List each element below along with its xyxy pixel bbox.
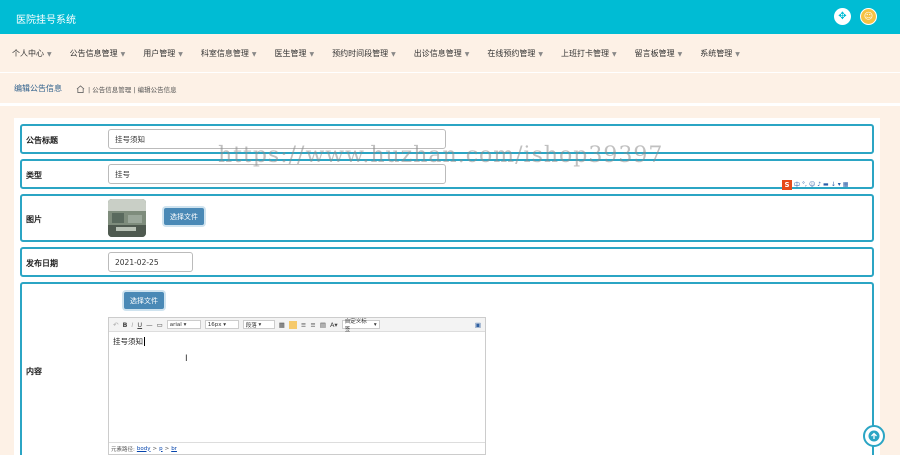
undo-icon[interactable]: ↶	[113, 321, 118, 329]
nav-item-personal-center[interactable]: 个人中心 ▼	[12, 48, 52, 59]
editor-content[interactable]: 挂号须知	[109, 332, 485, 440]
emoji-icon[interactable]: ☺	[809, 181, 815, 188]
nav-item-online-booking[interactable]: 在线预约管理 ▼	[487, 48, 543, 59]
watermark: https://www.huzhan.com/ishop39397	[218, 143, 664, 168]
scroll-top-button[interactable]	[863, 425, 885, 447]
form-row-image: 图片 选择文件	[20, 194, 874, 242]
nav-item-timeslot-management[interactable]: 预约时间段管理 ▼	[332, 48, 396, 59]
main-nav: 个人中心 ▼ 公告信息管理 ▼ 用户管理 ▼ 科室信息管理 ▼ 医生管理 ▼ 预约时间段管…	[0, 34, 900, 72]
image-label: 图片	[26, 215, 42, 224]
chevron-down-icon: ▼	[735, 50, 740, 58]
path-p-link[interactable]: p	[159, 446, 163, 452]
fullscreen-icon[interactable]: ✥	[834, 8, 851, 25]
chevron-down-icon: ▼	[47, 50, 52, 58]
home-icon[interactable]	[76, 85, 85, 93]
align-right-icon[interactable]: ≡	[310, 321, 315, 329]
bold-icon[interactable]: B	[122, 321, 127, 329]
app-title: 医院挂号系统	[16, 15, 76, 26]
nav-item-system[interactable]: 系统管理 ▼	[700, 48, 740, 59]
horizontal-rule-icon[interactable]: —	[146, 321, 153, 329]
chevron-down-icon: ▼	[251, 50, 257, 58]
editor-toolbar: ↶ B I U — ▭ arial ▾ 16px ▾ 段落 ▾ ▦ ≡ ≡ ▤ …	[109, 318, 485, 333]
paragraph-select[interactable]: 段落 ▾	[242, 320, 275, 329]
arrow-up-icon	[868, 430, 880, 442]
italic-icon[interactable]: I	[131, 321, 133, 329]
avatar[interactable]: ☺	[860, 8, 877, 25]
chevron-down-icon: ▼	[464, 50, 470, 58]
sogou-logo-icon[interactable]: S	[782, 179, 792, 190]
breadcrumb-path[interactable]: | 公告信息管理 | 编辑公告信息	[88, 84, 177, 94]
nav-item-clinic-management[interactable]: 出诊信息管理 ▼	[414, 48, 470, 59]
date-input[interactable]: 2021-02-25	[108, 252, 193, 272]
align-center-icon[interactable]: ≡	[301, 321, 306, 329]
form-row-content: 内容 选择文件 ↶ B I U — ▭ arial ▾ 16px ▾ 段落 ▾ …	[20, 282, 874, 455]
custom-tag-select[interactable]: 自定义标签 ▾	[341, 319, 380, 333]
breadcrumb: | 公告信息管理 | 编辑公告信息	[76, 84, 177, 94]
chevron-down-icon: ▼	[178, 50, 183, 58]
ime-toolbar: S 中 °, ☺ ♪ ▬ ↓ ▾ ▦	[782, 179, 848, 190]
chevron-down-icon: ▼	[677, 50, 683, 58]
chevron-down-icon: ▼	[120, 50, 126, 58]
date-icon[interactable]: ▭	[157, 321, 163, 329]
edit-form-card: 公告标题 挂号须知 类型 挂号 图片 选择文件 发布日期 2021-02-25 …	[14, 118, 880, 455]
chevron-down-icon: ▼	[391, 50, 396, 58]
type-label: 类型	[26, 171, 42, 180]
nav-item-attendance[interactable]: 上班打卡管理 ▼	[561, 48, 617, 59]
font-size-select[interactable]: 16px ▾	[204, 320, 239, 329]
nav-item-user-management[interactable]: 用户管理 ▼	[143, 48, 183, 59]
chevron-down-icon: ▼	[612, 50, 617, 58]
path-body-link[interactable]: body	[137, 446, 151, 452]
top-bar: 医院挂号系统 ✥ ☺	[0, 0, 900, 34]
nav-item-department-management[interactable]: 科室信息管理 ▼	[201, 48, 257, 59]
breadcrumb-bar: 编辑公告信息 | 公告信息管理 | 编辑公告信息	[0, 73, 900, 103]
fullscreen-editor-icon[interactable]: ▣	[475, 321, 481, 329]
path-br-link[interactable]: br	[171, 446, 177, 452]
image-thumbnail[interactable]	[108, 199, 146, 237]
punctuation-icon[interactable]: °,	[802, 181, 807, 188]
nav-item-message-board[interactable]: 留言板管理 ▼	[635, 48, 683, 59]
ime-language[interactable]: 中	[794, 180, 800, 189]
align-left-icon[interactable]	[288, 320, 297, 329]
content-label: 内容	[26, 367, 42, 376]
chevron-down-icon: ▼	[309, 50, 315, 58]
rich-text-editor: ↶ B I U — ▭ arial ▾ 16px ▾ 段落 ▾ ▦ ≡ ≡ ▤ …	[108, 317, 486, 455]
table-icon[interactable]: ▦	[279, 321, 285, 329]
nav-item-doctor-management[interactable]: 医生管理 ▼	[275, 48, 315, 59]
font-color-icon[interactable]: A▾	[330, 321, 338, 329]
nav-item-notice-management[interactable]: 公告信息管理 ▼	[70, 48, 126, 59]
justify-icon[interactable]: ▤	[320, 321, 326, 329]
microphone-icon[interactable]: ♪	[817, 181, 821, 188]
editor-status-bar: 元素路径: body > p > br	[109, 442, 485, 454]
form-row-date: 发布日期 2021-02-25	[20, 247, 874, 277]
keyboard-icon[interactable]: ▬	[823, 181, 829, 188]
date-label: 发布日期	[26, 259, 58, 268]
chevron-down-icon: ▼	[538, 50, 543, 58]
choose-content-file-button[interactable]: 选择文件	[124, 292, 164, 309]
tools-icon[interactable]: ▦	[843, 181, 849, 188]
title-label: 公告标题	[26, 136, 58, 145]
download-icon[interactable]: ↓	[831, 181, 836, 188]
skin-icon[interactable]: ▾	[838, 181, 841, 188]
font-family-select[interactable]: arial ▾	[166, 320, 201, 329]
text-cursor-icon: I	[185, 354, 188, 364]
page-title: 编辑公告信息	[14, 84, 62, 93]
choose-image-button[interactable]: 选择文件	[164, 208, 204, 225]
underline-icon[interactable]: U	[137, 321, 142, 329]
hospital-photo-icon	[108, 199, 146, 237]
